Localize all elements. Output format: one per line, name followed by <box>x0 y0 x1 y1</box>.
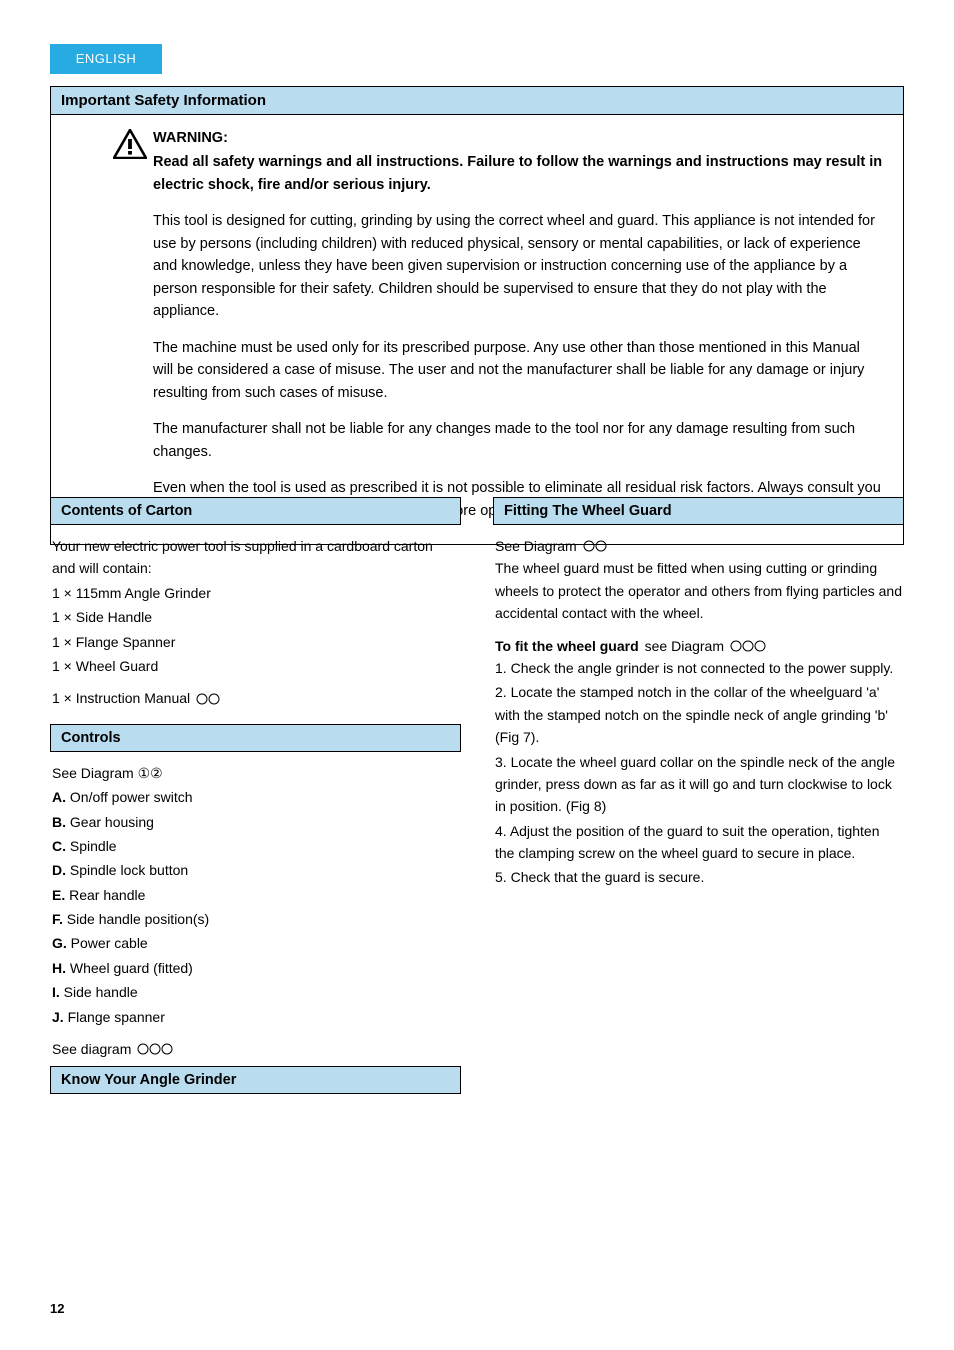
guard-intro: The wheel guard must be fitted when usin… <box>495 557 902 624</box>
contents-item: 1 × Flange Spanner <box>52 631 459 653</box>
control-item-text: Wheel guard (fitted) <box>70 960 193 976</box>
safety-header: Important Safety Information <box>51 87 903 115</box>
control-item-label: H. <box>52 960 66 976</box>
controls-body: See Diagram ①② A. On/off power switch B.… <box>50 762 461 1061</box>
contents-item: 1 × Wheel Guard <box>52 655 459 677</box>
controls-intro-fig: ①② <box>138 765 163 781</box>
guard-see1-label: See Diagram <box>495 535 577 557</box>
guard-step-text: Check that the guard is secure. <box>511 869 705 885</box>
control-item-label: I. <box>52 984 60 1000</box>
guard-step-text: Locate the wheel guard collar on the spi… <box>495 754 895 815</box>
controls-see-label: See diagram <box>52 1038 131 1060</box>
guard-step-text: Adjust the position of the guard to suit… <box>495 823 880 861</box>
circle-icons <box>730 640 768 652</box>
warning-intro: Read all safety warnings and all instruc… <box>153 151 883 196</box>
right-column: Fitting The Wheel Guard See Diagram The … <box>493 497 904 1104</box>
circle-icons <box>196 693 222 705</box>
guard-section: Fitting The Wheel Guard <box>493 497 904 525</box>
control-item-label: C. <box>52 838 66 854</box>
guard-body: See Diagram The wheel guard must be fitt… <box>493 535 904 889</box>
warning-p3: The manufacturer shall not be liable for… <box>153 418 883 463</box>
controls-intro-label: See Diagram <box>52 765 134 781</box>
safety-body: WARNING: Read all safety warnings and al… <box>51 115 903 544</box>
control-item-label: D. <box>52 862 66 878</box>
control-item-text: On/off power switch <box>70 789 193 805</box>
page-number: 12 <box>50 1301 64 1316</box>
guard-step-num: 2. <box>495 684 507 700</box>
warning-p1: This tool is designed for cutting, grind… <box>153 210 883 322</box>
warning-heading: WARNING: <box>153 127 883 149</box>
control-item-text: Power cable <box>71 935 148 951</box>
control-item-text: Rear handle <box>69 887 145 903</box>
contents-item: 1 × Instruction Manual <box>52 687 190 709</box>
control-item-text: Gear housing <box>70 814 154 830</box>
guard-step-num: 5. <box>495 869 507 885</box>
know-symbols-section: Know Your Angle Grinder <box>50 1066 461 1094</box>
warning-p2: The machine must be used only for its pr… <box>153 337 883 404</box>
circle-icons <box>137 1043 175 1055</box>
guard-header: Fitting The Wheel Guard <box>494 498 903 524</box>
guard-step-text: Check the angle grinder is not connected… <box>511 660 894 676</box>
contents-header: Contents of Carton <box>51 498 460 524</box>
contents-item: 1 × Side Handle <box>52 606 459 628</box>
guard-steps-see-label: see Diagram <box>645 635 724 657</box>
control-item-label: J. <box>52 1009 64 1025</box>
language-tab: ENGLISH <box>50 44 162 74</box>
contents-section: Contents of Carton <box>50 497 461 525</box>
circle-icons <box>583 540 609 552</box>
guard-step-text: Locate the stamped notch in the collar o… <box>495 684 888 745</box>
control-item-text: Flange spanner <box>68 1009 165 1025</box>
contents-intro: Your new electric power tool is supplied… <box>52 535 459 580</box>
guard-step-num: 4. <box>495 823 507 839</box>
guard-steps-header: To fit the wheel guard <box>495 635 639 657</box>
control-item-label: G. <box>52 935 67 951</box>
control-item-text: Spindle <box>70 838 117 854</box>
guard-step-num: 1. <box>495 660 507 676</box>
controls-section: Controls <box>50 724 461 752</box>
control-item-text: Spindle lock button <box>70 862 188 878</box>
control-item-label: F. <box>52 911 63 927</box>
know-symbols-header: Know Your Angle Grinder <box>51 1067 460 1093</box>
contents-item: 1 × 115mm Angle Grinder <box>52 582 459 604</box>
controls-header: Controls <box>51 725 460 751</box>
control-item-label: A. <box>52 789 66 805</box>
guard-step-num: 3. <box>495 754 507 770</box>
control-item-label: E. <box>52 887 65 903</box>
control-item-text: Side handle <box>64 984 138 1000</box>
left-column: Contents of Carton Your new electric pow… <box>50 497 461 1104</box>
warning-icon <box>113 129 147 159</box>
control-item-text: Side handle position(s) <box>67 911 209 927</box>
control-item-label: B. <box>52 814 66 830</box>
contents-body: Your new electric power tool is supplied… <box>50 535 461 710</box>
safety-section: Important Safety Information WARNING: Re… <box>50 86 904 545</box>
